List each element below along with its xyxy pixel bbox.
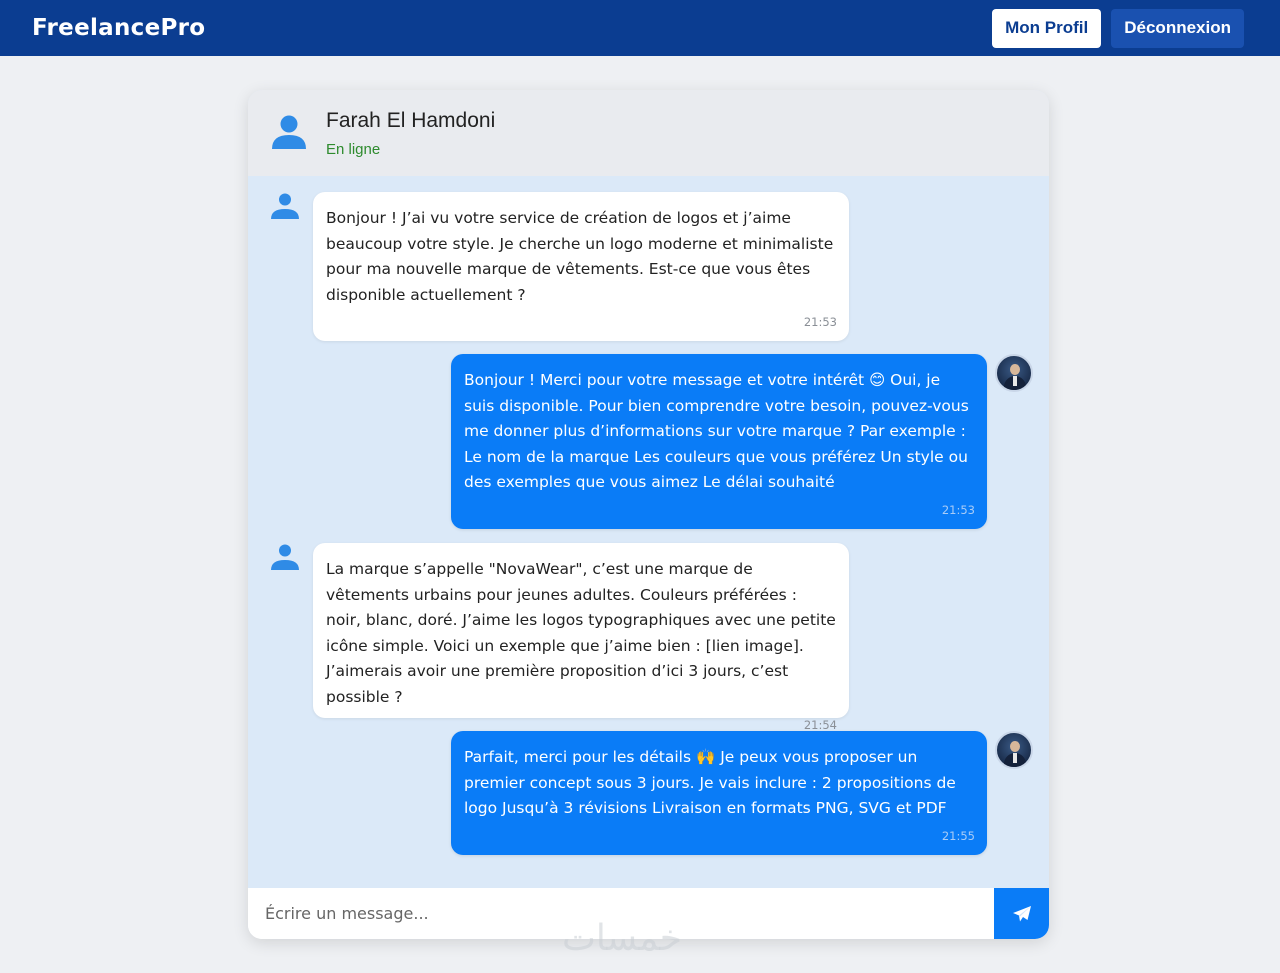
user-avatar <box>995 354 1033 392</box>
brand-logo[interactable]: FreelancePro <box>32 15 205 41</box>
message-list[interactable]: Bonjour ! J’ai vu votre service de créat… <box>248 176 1049 888</box>
top-navbar: FreelancePro Mon Profil Déconnexion <box>0 0 1280 56</box>
logout-button[interactable]: Déconnexion <box>1111 8 1244 48</box>
message-text: La marque s’appelle "NovaWear", c’est un… <box>326 560 836 706</box>
watermark-logo: خمسات <box>562 918 683 959</box>
user-avatar <box>995 731 1033 769</box>
message-outgoing: Parfait, merci pour les détails 🙌 Je peu… <box>248 731 1049 855</box>
message-bubble: Bonjour ! Merci pour votre message et vo… <box>451 354 987 529</box>
contact-info: Farah El Hamdoni En ligne <box>326 109 495 158</box>
message-text: Parfait, merci pour les détails 🙌 Je peu… <box>464 748 956 818</box>
contact-status: En ligne <box>326 140 381 158</box>
send-button[interactable] <box>994 888 1049 939</box>
message-incoming: La marque s’appelle "NovaWear", c’est un… <box>248 543 1049 732</box>
sender-avatar-icon <box>271 544 299 570</box>
message-bubble: La marque s’appelle "NovaWear", c’est un… <box>313 543 849 732</box>
message-text: Bonjour ! Merci pour votre message et vo… <box>464 371 969 492</box>
sender-avatar-icon <box>271 193 299 219</box>
message-outgoing: Bonjour ! Merci pour votre message et vo… <box>248 354 1049 529</box>
chat-panel: Farah El Hamdoni En ligne Bonjour ! J’ai… <box>248 90 1049 939</box>
paper-plane-icon <box>1012 905 1031 921</box>
my-profile-button[interactable]: Mon Profil <box>992 8 1102 48</box>
contact-avatar-icon <box>272 115 306 149</box>
message-incoming: Bonjour ! J’ai vu votre service de créat… <box>248 192 1049 341</box>
message-time: 21:55 <box>941 828 975 843</box>
message-time: 21:53 <box>941 502 975 517</box>
message-time: 21:53 <box>803 315 837 330</box>
message-bubble: Parfait, merci pour les détails 🙌 Je peu… <box>451 731 987 855</box>
contact-name: Farah El Hamdoni <box>326 108 496 132</box>
nav-actions: Mon Profil Déconnexion <box>992 8 1244 48</box>
message-text: Bonjour ! J’ai vu votre service de créat… <box>326 209 834 304</box>
message-bubble: Bonjour ! J’ai vu votre service de créat… <box>313 192 849 341</box>
chat-header: Farah El Hamdoni En ligne <box>248 90 1049 176</box>
